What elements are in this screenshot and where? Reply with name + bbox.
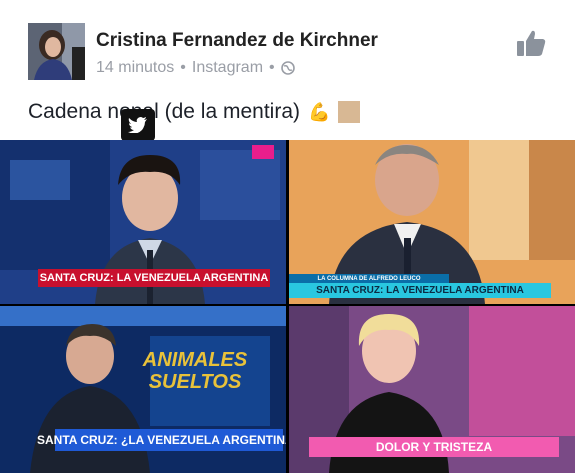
tile-top-right-banner: SANTA CRUZ: LA VENEZUELA ARGENTINA xyxy=(289,283,551,298)
show-logo-text: ANIMALES SUELTOS xyxy=(142,349,248,393)
like-icon[interactable] xyxy=(515,28,547,58)
post-caption: Cadena nonal (de la mentira) 💪 xyxy=(28,100,361,124)
caption-emoji-box xyxy=(338,101,361,123)
caption-text-start: Cadena n xyxy=(28,100,120,123)
author-name[interactable]: Cristina Fernandez de Kirchner xyxy=(96,30,378,52)
news-collage[interactable]: SANTA CRUZ: LA VENEZUELA ARGENTINA LA CO… xyxy=(0,140,575,473)
banner-text: SANTA CRUZ: LA VENEZUELA ARGENTINA xyxy=(316,285,524,296)
banner-text: SANTA CRUZ: ¿LA VENEZUELA ARGENTINA? xyxy=(37,433,286,447)
banner-text: DOLOR Y TRISTEZA xyxy=(375,440,493,454)
post-meta: 14 minutos • Instagram • xyxy=(96,59,295,77)
post-time[interactable]: 14 minutos xyxy=(96,59,174,77)
globe-icon xyxy=(280,61,295,75)
show-logo: ANIMALES SUELTOS xyxy=(143,346,247,396)
tile-top-left-banner: SANTA CRUZ: LA VENEZUELA ARGENTINA xyxy=(38,269,270,287)
facebook-post: Cristina Fernandez de Kirchner 14 minuto… xyxy=(0,0,575,473)
tile-top-right-subbar: LA COLUMNA DE ALFREDO LEUCO xyxy=(289,274,449,283)
meta-separator-2: • xyxy=(269,59,275,76)
tile-top-left: SANTA CRUZ: LA VENEZUELA ARGENTINA xyxy=(0,140,286,304)
tile-top-right: LA COLUMNA DE ALFREDO LEUCO SANTA CRUZ: … xyxy=(289,140,575,304)
tile-bottom-right: DOLOR Y TRISTEZA xyxy=(289,306,575,473)
twitter-icon[interactable] xyxy=(121,109,155,147)
tile-bottom-left-banner: SANTA CRUZ: ¿LA VENEZUELA ARGENTINA? xyxy=(37,429,286,451)
post-source: Instagram xyxy=(191,59,264,76)
subbar-text: LA COLUMNA DE ALFREDO LEUCO xyxy=(317,275,421,282)
tile-bottom-right-banner: DOLOR Y TRISTEZA xyxy=(309,437,559,457)
caption-emoji: 💪 xyxy=(308,101,331,122)
author-avatar[interactable] xyxy=(28,23,85,80)
banner-text: SANTA CRUZ: LA VENEZUELA ARGENTINA xyxy=(39,272,269,284)
meta-separator: • xyxy=(180,59,186,76)
tile-bottom-left: ANIMALES SUELTOS SANTA CRUZ: ¿LA VENEZUE… xyxy=(0,306,286,473)
